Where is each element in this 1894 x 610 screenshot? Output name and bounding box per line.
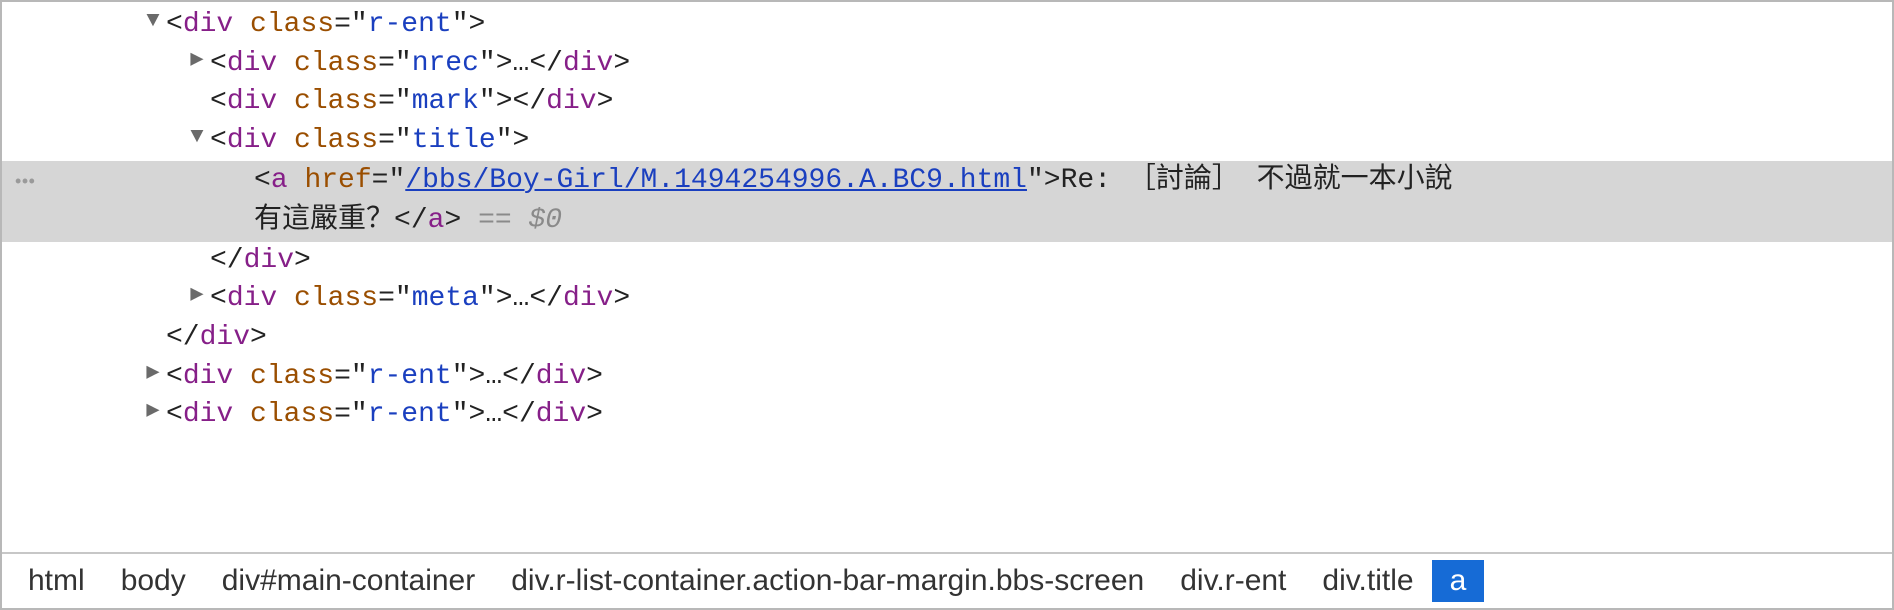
dom-node-r-ent-collapsed[interactable]: ▶ <div class="r-ent">…</div> — [2, 396, 1892, 435]
gutter-dots-icon[interactable]: ••• — [2, 161, 44, 242]
devtools-panel: ▼ <div class="r-ent"> ▶ <div class="nrec… — [0, 0, 1894, 610]
breadcrumb-item[interactable]: div#main-container — [204, 560, 493, 602]
breadcrumb-bar[interactable]: html body div#main-container div.r-list-… — [2, 552, 1892, 608]
breadcrumb-item-selected[interactable]: a — [1432, 560, 1485, 602]
breadcrumb-item[interactable]: body — [103, 560, 204, 602]
breadcrumb-item[interactable]: div.title — [1304, 560, 1431, 602]
expand-toggle-down-icon[interactable]: ▼ — [184, 122, 210, 152]
dom-node-r-ent-close[interactable]: </div> — [2, 319, 1892, 358]
dom-node-r-ent-collapsed[interactable]: ▶ <div class="r-ent">…</div> — [2, 358, 1892, 397]
dom-node-anchor-selected[interactable]: ••• <a href="/bbs/Boy-Girl/M.1494254996.… — [2, 161, 1892, 242]
expand-toggle-right-icon[interactable]: ▶ — [140, 358, 166, 388]
dom-node-r-ent-open[interactable]: ▼ <div class="r-ent"> — [2, 6, 1892, 45]
href-link[interactable]: /bbs/Boy-Girl/M.1494254996.A.BC9.html — [405, 165, 1027, 196]
expand-toggle-right-icon[interactable]: ▶ — [184, 280, 210, 310]
expand-toggle-right-icon[interactable]: ▶ — [184, 45, 210, 75]
dom-node-title-open[interactable]: ▼ <div class="title"> — [2, 122, 1892, 161]
dom-node-nrec[interactable]: ▶ <div class="nrec">…</div> — [2, 45, 1892, 84]
expand-toggle-down-icon[interactable]: ▼ — [140, 6, 166, 36]
breadcrumb-item[interactable]: html — [10, 560, 103, 602]
dom-node-meta[interactable]: ▶ <div class="meta">…</div> — [2, 280, 1892, 319]
expand-toggle-right-icon[interactable]: ▶ — [140, 396, 166, 426]
dom-tree[interactable]: ▼ <div class="r-ent"> ▶ <div class="nrec… — [2, 2, 1892, 435]
breadcrumb-item[interactable]: div.r-list-container.action-bar-margin.b… — [493, 560, 1162, 602]
dom-node-title-close[interactable]: </div> — [2, 242, 1892, 281]
dollar-zero: $0 — [528, 205, 562, 236]
breadcrumb-item[interactable]: div.r-ent — [1162, 560, 1304, 602]
dom-node-mark[interactable]: <div class="mark"></div> — [2, 83, 1892, 122]
